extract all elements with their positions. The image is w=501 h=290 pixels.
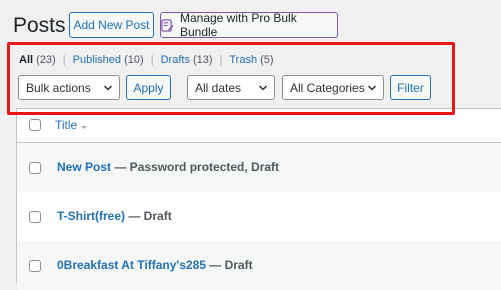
manage-bulk-bundle-label: Manage with Pro Bulk Bundle	[179, 11, 297, 39]
post-state: — Password protected, Draft	[111, 160, 280, 174]
row-title-cell: T-Shirt(free) — Draft	[57, 209, 172, 223]
sort-icon	[81, 126, 88, 129]
post-title-link[interactable]: New Post	[57, 160, 111, 174]
row-checkbox[interactable]	[29, 260, 41, 272]
manage-bulk-bundle-button[interactable]: Manage with Pro Bulk Bundle	[160, 11, 338, 39]
post-title-link[interactable]: T-Shirt(free)	[57, 209, 125, 223]
table-row: New Post — Password protected, Draft	[17, 143, 501, 192]
add-new-post-button[interactable]: Add New Post	[69, 12, 154, 38]
page-title: Posts	[13, 14, 66, 37]
row-title-cell: 0Breakfast At Tiffany's285 — Draft	[57, 258, 253, 272]
row-checkbox[interactable]	[29, 162, 41, 174]
title-column-header[interactable]: Title	[55, 118, 88, 132]
table-row: 0Breakfast At Tiffany's285 — Draft	[17, 241, 501, 290]
select-all-checkbox[interactable]	[29, 119, 41, 131]
edit-list-icon	[161, 18, 174, 32]
row-title-cell: New Post — Password protected, Draft	[57, 160, 279, 174]
post-title-link[interactable]: 0Breakfast At Tiffany's285	[57, 258, 206, 272]
table-row: T-Shirt(free) — Draft	[17, 192, 501, 241]
post-state: — Draft	[125, 209, 172, 223]
title-column-label: Title	[55, 118, 78, 132]
posts-table: Title New Post — Password protected, Dra…	[16, 108, 501, 290]
row-checkbox[interactable]	[29, 211, 41, 223]
post-state: — Draft	[205, 258, 253, 272]
highlight-annotation-box	[7, 42, 455, 115]
